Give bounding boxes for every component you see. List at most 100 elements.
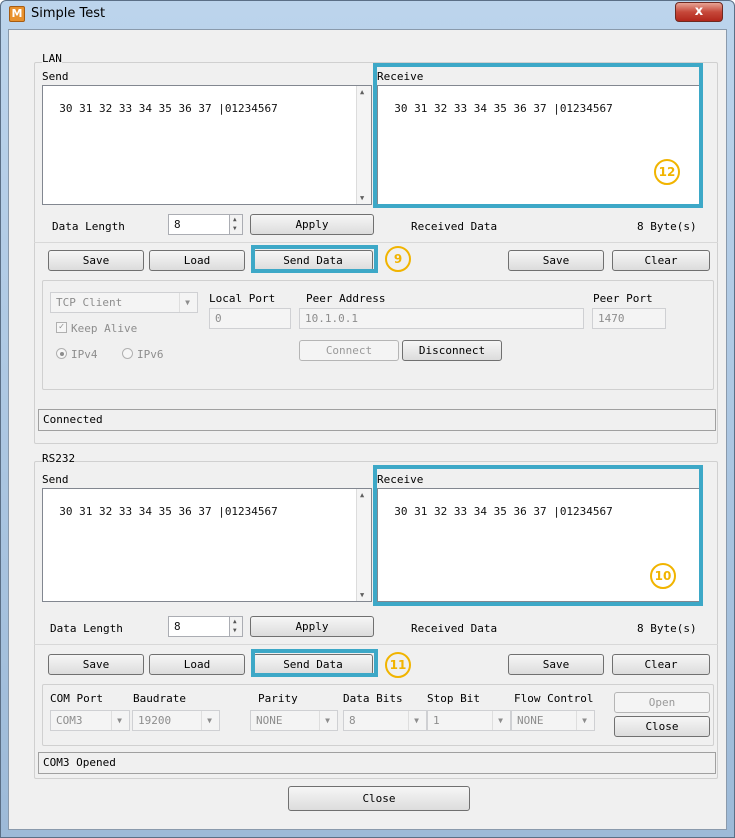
lan-ipv6-radio[interactable] xyxy=(122,348,133,359)
scroll-up-icon[interactable]: ▲ xyxy=(360,88,364,96)
lan-ipv6-label: IPv6 xyxy=(137,348,164,361)
rs232-com-port-value: COM3 xyxy=(56,714,83,727)
rs232-data-bits-select[interactable]: 8 ▼ xyxy=(343,710,427,731)
callout-badge-9: 9 xyxy=(385,246,411,272)
lan-data-length-input[interactable]: 8 xyxy=(168,214,230,235)
spin-up-icon[interactable]: ▲ xyxy=(233,618,237,625)
lan-send-scrollbar[interactable]: ▲ ▼ xyxy=(356,86,371,204)
rs232-baudrate-label: Baudrate xyxy=(133,692,186,705)
lan-send-data-highlight xyxy=(251,245,378,273)
rs232-data-length-value: 8 xyxy=(174,620,181,633)
rs232-stop-bit-select[interactable]: 1 ▼ xyxy=(427,710,511,731)
lan-receive-save-button[interactable]: Save xyxy=(508,250,604,271)
callout-badge-12: 12 xyxy=(654,159,680,185)
chevron-down-icon: ▼ xyxy=(492,711,508,730)
lan-ipv4-radio[interactable] xyxy=(56,348,67,359)
rs232-parity-value: NONE xyxy=(256,714,283,727)
lan-save-button[interactable]: Save xyxy=(48,250,144,271)
rs232-parity-label: Parity xyxy=(258,692,298,705)
lan-mode-select[interactable]: TCP Client ▼ xyxy=(50,292,198,313)
rs232-flow-control-label: Flow Control xyxy=(514,692,594,705)
rs232-parity-select[interactable]: NONE ▼ xyxy=(250,710,338,731)
callout-badge-11: 11 xyxy=(385,652,411,678)
rs232-flow-control-select[interactable]: NONE ▼ xyxy=(511,710,595,731)
rs232-apply-button[interactable]: Apply xyxy=(250,616,374,637)
rs232-status-bar: COM3 Opened xyxy=(38,752,716,774)
scroll-down-icon[interactable]: ▼ xyxy=(360,194,364,202)
rs232-data-bits-value: 8 xyxy=(349,714,356,727)
lan-load-button[interactable]: Load xyxy=(149,250,245,271)
lan-data-length-value: 8 xyxy=(174,218,181,231)
spin-down-icon[interactable]: ▼ xyxy=(233,225,237,232)
lan-peer-address-input[interactable]: 10.1.0.1 xyxy=(299,308,584,329)
lan-local-port-label: Local Port xyxy=(209,292,276,305)
lan-peer-address-label: Peer Address xyxy=(306,292,386,305)
spin-down-icon[interactable]: ▼ xyxy=(233,627,237,634)
lan-mode-value: TCP Client xyxy=(56,296,123,309)
rs232-data-bits-label: Data Bits xyxy=(343,692,403,705)
spin-up-icon[interactable]: ▲ xyxy=(233,216,237,223)
lan-peer-port-label: Peer Port xyxy=(593,292,653,305)
rs232-save-button[interactable]: Save xyxy=(48,654,144,675)
lan-received-data-label: Received Data xyxy=(411,220,498,233)
window-close-button[interactable]: x xyxy=(675,2,723,22)
window-title: Simple Test xyxy=(31,6,106,21)
rs232-close-port-button[interactable]: Close xyxy=(614,716,710,737)
lan-ipv4-label: IPv4 xyxy=(71,348,98,361)
rs232-send-textarea[interactable]: 30 31 32 33 34 35 36 37 |01234567 xyxy=(42,488,372,602)
lan-group-label: LAN xyxy=(42,52,62,65)
rs232-stop-bit-value: 1 xyxy=(433,714,440,727)
dialog-close-button[interactable]: Close xyxy=(288,786,470,811)
lan-data-length-label: Data Length xyxy=(52,220,125,233)
lan-local-port-input[interactable]: 0 xyxy=(209,308,291,329)
rs232-baudrate-value: 19200 xyxy=(138,714,172,727)
rs232-status-text: COM3 Opened xyxy=(43,756,116,769)
rs232-received-bytes: 8 Byte(s) xyxy=(637,622,697,635)
chevron-down-icon: ▼ xyxy=(201,711,217,730)
rs232-group-label: RS232 xyxy=(42,452,76,465)
title-bar[interactable] xyxy=(0,0,735,28)
rs232-send-data-highlight xyxy=(251,649,378,677)
lan-receive-highlight xyxy=(373,63,703,208)
lan-keep-alive-label: Keep Alive xyxy=(71,322,138,335)
lan-send-text: 30 31 32 33 34 35 36 37 |01234567 xyxy=(59,102,278,115)
scroll-up-icon[interactable]: ▲ xyxy=(360,491,364,499)
lan-received-bytes: 8 Byte(s) xyxy=(637,220,697,233)
lan-send-label: Send xyxy=(42,70,69,83)
rs232-send-label: Send xyxy=(42,473,69,486)
rs232-receive-save-button[interactable]: Save xyxy=(508,654,604,675)
rs232-flow-control-value: NONE xyxy=(517,714,544,727)
rs232-stop-bit-label: Stop Bit xyxy=(427,692,480,705)
scroll-down-icon[interactable]: ▼ xyxy=(360,591,364,599)
lan-data-length-spinner[interactable]: ▲ ▼ xyxy=(229,214,243,235)
lan-disconnect-button[interactable]: Disconnect xyxy=(402,340,502,361)
lan-status-bar: Connected xyxy=(38,409,716,431)
rs232-open-button[interactable]: Open xyxy=(614,692,710,713)
lan-peer-port-input[interactable]: 1470 xyxy=(592,308,666,329)
rs232-divider xyxy=(34,644,718,645)
lan-status-text: Connected xyxy=(43,413,103,426)
rs232-load-button[interactable]: Load xyxy=(149,654,245,675)
rs232-data-length-label: Data Length xyxy=(50,622,123,635)
app-icon: M xyxy=(9,6,25,22)
rs232-com-port-select[interactable]: COM3 ▼ xyxy=(50,710,130,731)
rs232-baudrate-select[interactable]: 19200 ▼ xyxy=(132,710,220,731)
lan-clear-button[interactable]: Clear xyxy=(612,250,710,271)
rs232-received-data-label: Received Data xyxy=(411,622,498,635)
rs232-clear-button[interactable]: Clear xyxy=(612,654,710,675)
chevron-down-icon: ▼ xyxy=(408,711,424,730)
chevron-down-icon: ▼ xyxy=(576,711,592,730)
rs232-com-port-label: COM Port xyxy=(50,692,103,705)
rs232-data-length-input[interactable]: 8 xyxy=(168,616,230,637)
lan-apply-button[interactable]: Apply xyxy=(250,214,374,235)
rs232-data-length-spinner[interactable]: ▲ ▼ xyxy=(229,616,243,637)
lan-send-textarea[interactable]: 30 31 32 33 34 35 36 37 |01234567 xyxy=(42,85,372,205)
lan-divider xyxy=(34,242,718,243)
chevron-down-icon: ▼ xyxy=(179,293,195,312)
lan-keep-alive-checkbox[interactable]: ✓ xyxy=(56,322,67,333)
chevron-down-icon: ▼ xyxy=(111,711,127,730)
chevron-down-icon: ▼ xyxy=(319,711,335,730)
rs232-send-scrollbar[interactable]: ▲ ▼ xyxy=(356,489,371,601)
lan-connect-button[interactable]: Connect xyxy=(299,340,399,361)
rs232-send-text: 30 31 32 33 34 35 36 37 |01234567 xyxy=(59,505,278,518)
